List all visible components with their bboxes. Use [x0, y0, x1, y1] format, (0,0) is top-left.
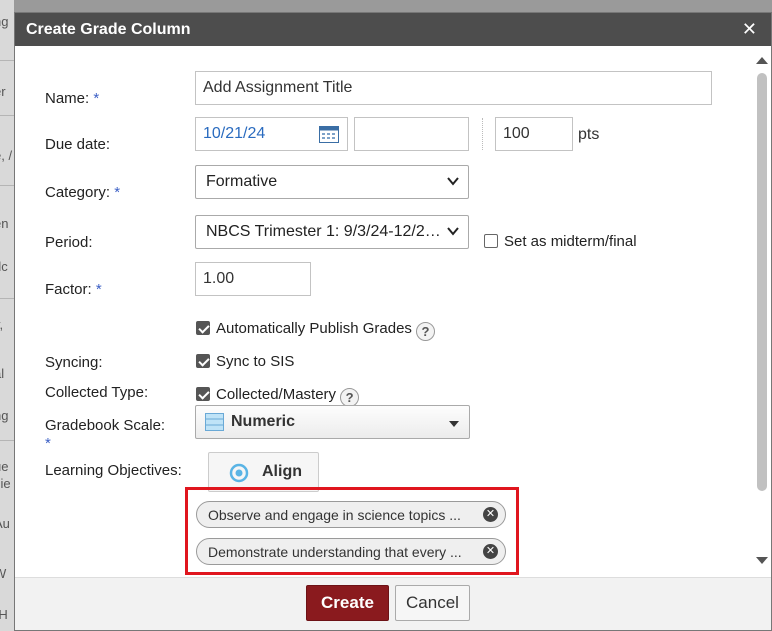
gradebook-scale-label: Gradebook Scale: *: [45, 417, 165, 453]
remove-icon[interactable]: ✕: [483, 544, 498, 559]
dialog-footer: Create Cancel: [15, 577, 771, 630]
bg-text: er: [0, 84, 6, 99]
midterm-checkbox-row[interactable]: Set as midterm/final: [484, 233, 637, 250]
due-time-input[interactable]: [354, 117, 469, 151]
collected-mastery-row[interactable]: Collected/Mastery?: [196, 386, 360, 407]
sync-sis-checkbox[interactable]: [196, 354, 210, 368]
help-icon[interactable]: ?: [415, 322, 435, 341]
name-label: Name: *: [45, 90, 99, 107]
objective-chip: Demonstrate understanding that every ...…: [196, 538, 506, 565]
chevron-down-icon: [447, 227, 459, 236]
gradebook-scale-select[interactable]: Numeric: [195, 405, 470, 439]
bg-text: ue: [0, 459, 9, 474]
objective-chip-text: Demonstrate understanding that every ...: [208, 544, 462, 560]
due-date-value: 10/21/24: [203, 125, 266, 142]
bg-text: ng: [0, 408, 9, 423]
create-button[interactable]: Create: [306, 585, 389, 621]
auto-publish-checkbox[interactable]: [196, 321, 210, 335]
required-mark: *: [114, 184, 121, 201]
factor-label: Factor: *: [45, 281, 102, 298]
bg-rule: [0, 60, 14, 61]
background-page: ng er e, / en dc y, al ng ue zie Au W -H: [0, 0, 14, 631]
scroll-up-arrow-icon[interactable]: [756, 57, 768, 64]
dialog-titlebar: Create Grade Column ✕: [15, 13, 771, 46]
bg-text: Au: [0, 516, 10, 531]
required-mark: *: [95, 281, 102, 298]
bg-text: e, /: [0, 148, 13, 163]
name-label-text: Name:: [45, 90, 90, 107]
midterm-label: Set as midterm/final: [504, 233, 637, 250]
bg-text: W: [0, 566, 7, 581]
factor-label-text: Factor:: [45, 281, 92, 298]
bg-rule: [0, 298, 14, 299]
cancel-button[interactable]: Cancel: [395, 585, 470, 621]
align-button[interactable]: Align: [208, 452, 319, 492]
required-mark: *: [93, 90, 100, 107]
gradebook-scale-label-text: Gradebook Scale:: [45, 417, 166, 434]
objective-chip: Observe and engage in science topics ...…: [196, 501, 506, 528]
auto-publish-label: Automatically Publish Grades: [216, 320, 412, 337]
bg-text: y,: [0, 317, 3, 332]
auto-publish-row[interactable]: Automatically Publish Grades?: [196, 320, 435, 341]
scroll-down-arrow-icon[interactable]: [756, 557, 768, 564]
create-grade-column-dialog: Create Grade Column ✕ Name: * Add Assign…: [14, 12, 772, 631]
points-input[interactable]: 100: [495, 117, 573, 151]
bg-text: al: [0, 366, 5, 381]
chevron-down-icon: [447, 177, 459, 186]
scale-grid-icon: [205, 413, 224, 436]
period-select[interactable]: NBCS Trimester 1: 9/3/24-12/2…: [195, 215, 469, 249]
learning-objectives-label: Learning Objectives:: [45, 462, 182, 479]
required-mark: *: [45, 435, 51, 452]
target-icon: [229, 463, 249, 488]
bg-text: en: [0, 216, 9, 231]
factor-input[interactable]: 1.00: [195, 262, 311, 296]
gradebook-scale-selected: Numeric: [231, 413, 296, 430]
collected-mastery-label: Collected/Mastery: [216, 386, 337, 403]
calendar-icon[interactable]: [319, 126, 339, 148]
period-label: Period:: [45, 234, 93, 251]
bg-text: -H: [0, 607, 8, 622]
close-icon[interactable]: ✕: [742, 19, 757, 39]
due-date-label: Due date:: [45, 136, 111, 153]
bg-text: dc: [0, 259, 8, 274]
syncing-label: Syncing:: [45, 354, 103, 371]
bg-rule: [0, 440, 14, 441]
dialog-title: Create Grade Column: [26, 21, 191, 38]
scroll-thumb[interactable]: [757, 73, 767, 491]
dialog-body: Name: * Add Assignment Title Due date: 1…: [15, 46, 771, 577]
category-label-text: Category:: [45, 184, 111, 201]
bg-rule: [0, 185, 14, 186]
bg-text: zie: [0, 476, 11, 491]
objective-chip-text: Observe and engage in science topics ...: [208, 507, 461, 523]
align-label: Align: [262, 463, 302, 480]
dialog-scrollbar[interactable]: [753, 46, 771, 577]
points-unit: pts: [578, 126, 600, 143]
midterm-checkbox[interactable]: [484, 234, 498, 248]
category-label: Category: *: [45, 184, 120, 201]
collected-mastery-checkbox[interactable]: [196, 387, 210, 401]
due-date-input[interactable]: 10/21/24: [195, 117, 348, 151]
collected-type-label: Collected Type:: [45, 384, 149, 401]
separator: [482, 118, 483, 150]
sync-sis-label: Sync to SIS: [216, 353, 295, 370]
category-selected: Formative: [206, 173, 278, 190]
category-select[interactable]: Formative: [195, 165, 469, 199]
name-input[interactable]: Add Assignment Title: [195, 71, 712, 105]
remove-icon[interactable]: ✕: [483, 507, 498, 522]
bg-rule: [0, 115, 14, 116]
period-selected: NBCS Trimester 1: 9/3/24-12/2…: [206, 223, 441, 240]
caret-down-icon: [449, 421, 459, 427]
sync-sis-row[interactable]: Sync to SIS: [196, 353, 294, 370]
bg-text: ng: [0, 14, 9, 29]
